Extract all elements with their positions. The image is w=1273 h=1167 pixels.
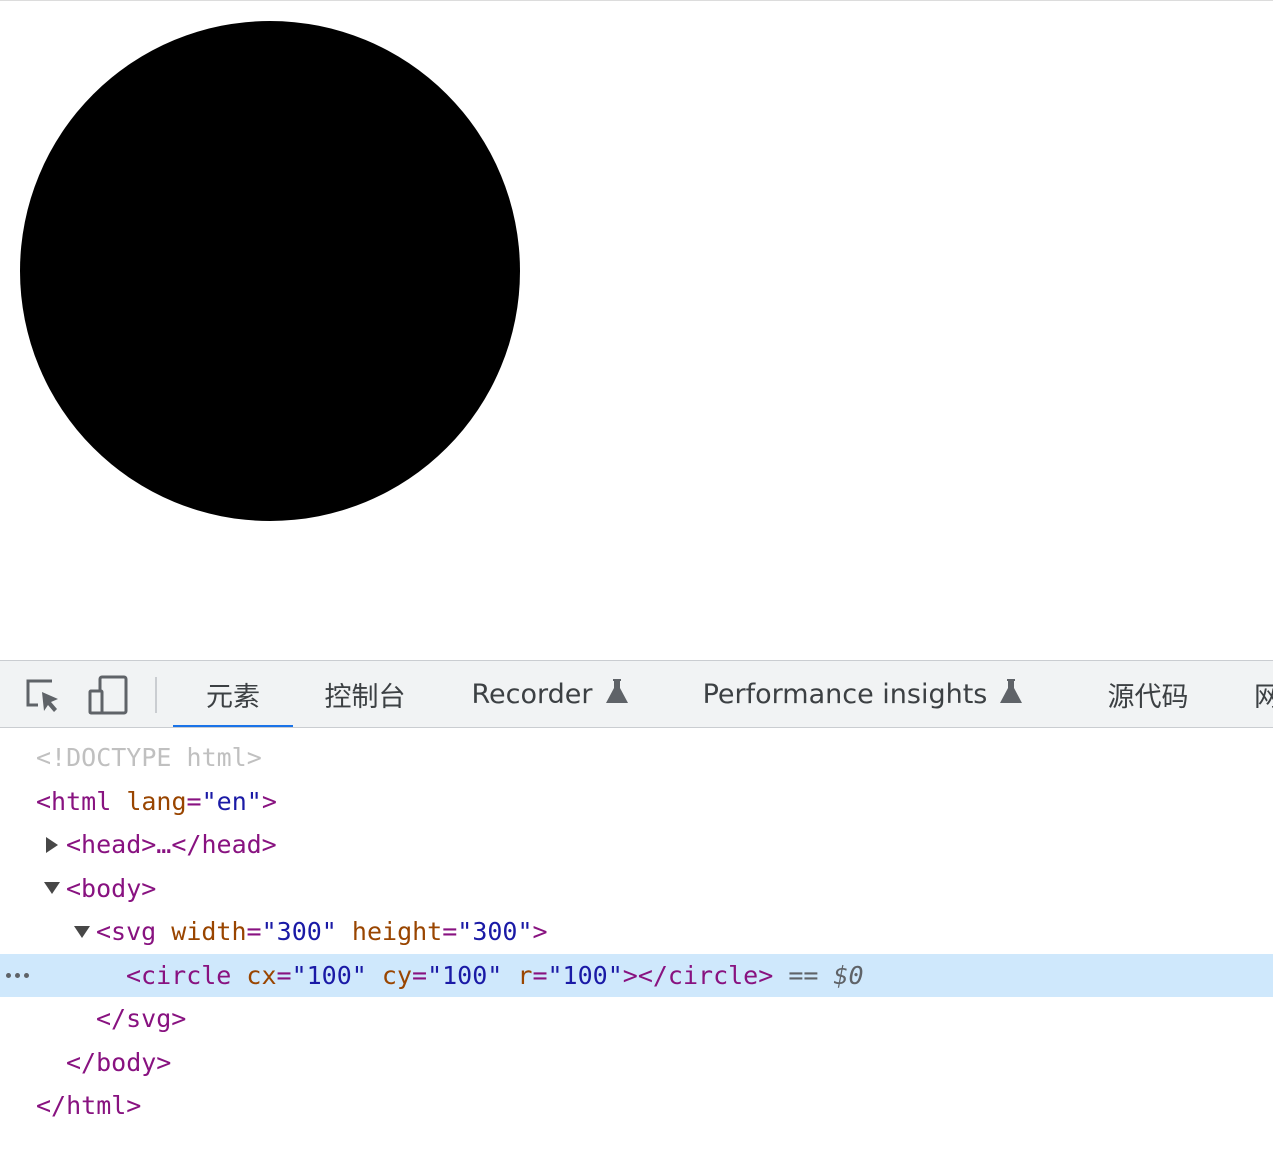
body-close-tag: </body> xyxy=(66,1047,172,1077)
tab-network-partial[interactable]: 网 xyxy=(1240,661,1273,727)
dom-node-svg-close[interactable]: </svg> xyxy=(0,997,1273,1041)
page: 元素 控制台 Recorder Performance insights 源代码… xyxy=(0,0,1273,1167)
equals-sign: = xyxy=(442,917,458,946)
devtools-panel: 元素 控制台 Recorder Performance insights 源代码… xyxy=(0,660,1273,1167)
inspect-element-icon[interactable] xyxy=(22,675,62,715)
more-actions-icon[interactable] xyxy=(6,954,29,998)
cy-attr-name: cy xyxy=(366,960,412,990)
dom-node-doctype[interactable]: <!DOCTYPE html> xyxy=(0,736,1273,780)
cx-attr-name: cx xyxy=(231,960,277,990)
height-attr-name: height xyxy=(336,917,443,946)
dom-tree: <!DOCTYPE html> <html lang="en"> <head>…… xyxy=(0,736,1273,1128)
circle-tag: <circle cx="100" cy="100" r="100"></circ… xyxy=(126,954,864,998)
selected-element-ref: == $0 xyxy=(773,960,864,990)
lang-attr-name: lang xyxy=(111,786,187,816)
tab-elements[interactable]: 元素 xyxy=(173,661,293,727)
cx-attr-value: "100" xyxy=(291,960,367,990)
tab-sources-label: 源代码 xyxy=(1107,682,1189,713)
tab-performance-insights-label: Performance insights xyxy=(702,679,988,710)
equals-sign: = xyxy=(246,917,262,946)
svg-open-tag: <svg width="300" height="300"> xyxy=(96,910,548,954)
flask-icon xyxy=(605,677,629,712)
tab-network-label: 网 xyxy=(1254,675,1273,714)
html-open-tag: <html lang="en"> xyxy=(36,780,277,824)
page-viewport xyxy=(0,1,1273,660)
r-attr-value: "100" xyxy=(547,960,623,990)
r-attr-name: r xyxy=(502,960,533,990)
tab-recorder[interactable]: Recorder xyxy=(450,661,650,727)
body-open-tag: <body> xyxy=(66,873,157,903)
tag-close-bracket: > xyxy=(532,917,548,946)
expand-triangle-icon[interactable] xyxy=(40,823,64,867)
rendered-svg xyxy=(20,21,520,521)
devtools-toolbar: 元素 控制台 Recorder Performance insights 源代码 xyxy=(0,660,1273,728)
equals-sign: = xyxy=(412,960,428,990)
lang-attr-value: "en" xyxy=(201,786,262,816)
dom-node-head[interactable]: <head>…</head> xyxy=(0,823,1273,867)
circle-tag-name: <circle xyxy=(126,960,232,990)
rendered-circle[interactable] xyxy=(20,21,520,521)
dom-node-html[interactable]: <html lang="en"> xyxy=(0,780,1273,824)
equals-sign: = xyxy=(532,960,548,990)
tab-elements-label: 元素 xyxy=(206,682,260,713)
svg-close-tag: </svg> xyxy=(96,1004,187,1033)
collapse-triangle-icon[interactable] xyxy=(40,867,64,911)
dom-node-svg[interactable]: <svg width="300" height="300"> xyxy=(0,910,1273,954)
cy-attr-value: "100" xyxy=(427,960,503,990)
flask-icon xyxy=(999,677,1023,712)
tab-console-label: 控制台 xyxy=(324,682,406,713)
toolbar-separator xyxy=(155,677,157,713)
html-close-tag: </html> xyxy=(36,1091,142,1120)
dom-node-body[interactable]: <body> xyxy=(0,867,1273,911)
dom-node-html-close[interactable]: </html> xyxy=(0,1084,1273,1128)
equals-sign: = xyxy=(186,786,202,816)
dom-node-circle-selected[interactable]: <circle cx="100" cy="100" r="100"></circ… xyxy=(0,953,1273,998)
tag-close-bracket: > xyxy=(261,786,277,816)
head-collapsed-tag: <head>…</head> xyxy=(66,830,277,859)
html-tag-name: <html xyxy=(36,786,112,816)
svg-tag-name: <svg xyxy=(96,917,157,946)
tab-performance-insights[interactable]: Performance insights xyxy=(688,661,1038,727)
width-attr-value: "300" xyxy=(261,917,337,946)
collapse-triangle-icon[interactable] xyxy=(70,910,94,954)
dom-node-body-close[interactable]: </body> xyxy=(0,1041,1273,1085)
tab-recorder-label: Recorder xyxy=(471,679,593,710)
height-attr-value: "300" xyxy=(457,917,533,946)
width-attr-name: width xyxy=(156,917,247,946)
tab-console[interactable]: 控制台 xyxy=(305,661,425,727)
device-toolbar-icon[interactable] xyxy=(88,675,128,715)
equals-sign: = xyxy=(276,960,292,990)
tab-sources[interactable]: 源代码 xyxy=(1088,661,1208,727)
doctype-text: <!DOCTYPE html> xyxy=(36,743,262,772)
circle-close-tag: ></circle> xyxy=(622,960,774,990)
